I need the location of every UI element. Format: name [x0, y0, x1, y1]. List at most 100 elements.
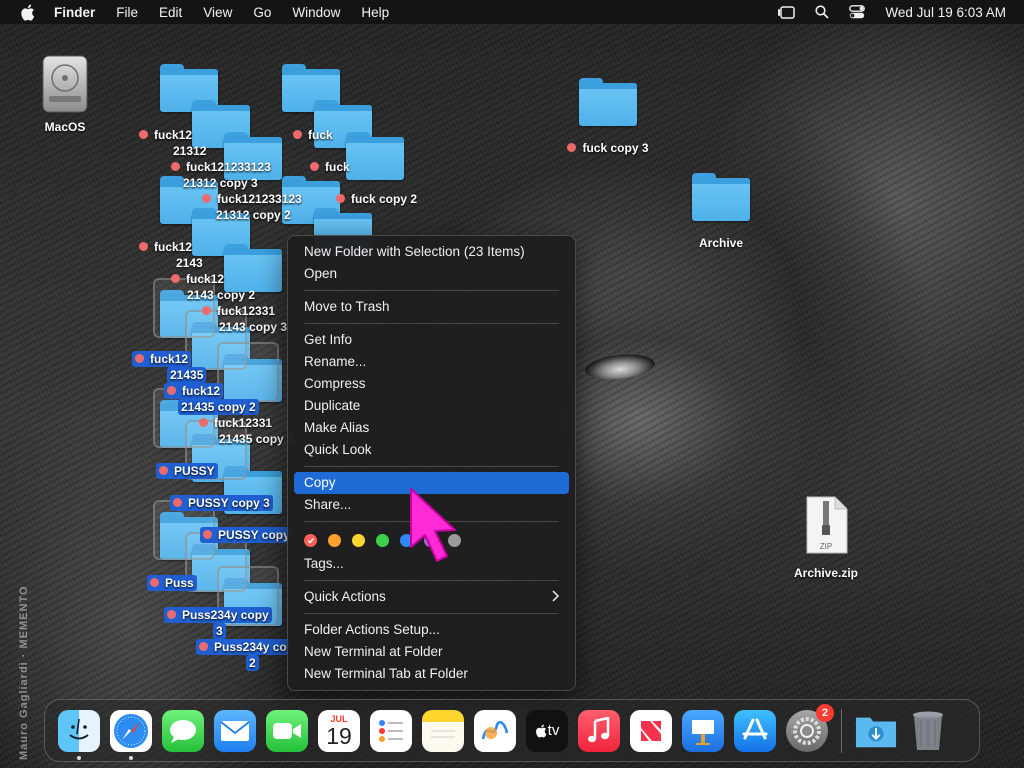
desktop-disk-macos[interactable]: MacOS	[30, 52, 100, 135]
dock-safari[interactable]	[110, 709, 152, 760]
desktop-folder-label[interactable]: 21435	[167, 367, 207, 383]
desktop-folder-label[interactable]: 21312 copy 2	[213, 207, 294, 223]
desktop-folder-label[interactable]: 21312 copy 3	[180, 175, 261, 191]
desktop-folder-fuck-copy-3[interactable]: fuck copy 3	[563, 78, 653, 156]
desktop-folder-label[interactable]: Puss234y copy	[164, 607, 272, 623]
desktop-folder-label[interactable]: PUSSY	[156, 463, 218, 479]
spotlight-search-icon[interactable]	[815, 5, 830, 19]
menu-help[interactable]: Help	[361, 5, 389, 20]
desktop-folder-label[interactable]: 21435 copy 2	[178, 399, 259, 415]
folder-label-value: 21312 copy 3	[183, 176, 258, 190]
folder-icon[interactable]	[224, 244, 282, 292]
running-indicator	[77, 755, 81, 760]
dock-facetime[interactable]	[266, 709, 308, 752]
dock-freeform[interactable]	[474, 709, 516, 752]
menu-item-quick-actions[interactable]: Quick Actions	[294, 586, 569, 608]
desktop-folder-label[interactable]: fuck12	[132, 351, 192, 367]
menu-item-make-alias[interactable]: Make Alias	[294, 417, 569, 439]
desktop-folder-label[interactable]: fuck12	[164, 383, 224, 399]
desktop-file-archive-zip[interactable]: ZIP Archive.zip	[786, 495, 866, 581]
menu-item-new-terminal-tab-at-folder[interactable]: New Terminal Tab at Folder	[294, 663, 569, 685]
menu-item-new-folder-with-selection[interactable]: New Folder with Selection (23 Items)	[294, 241, 569, 263]
dock-tv[interactable]: tv	[526, 709, 568, 752]
dock-messages[interactable]	[162, 709, 204, 752]
red-tag-dot-icon	[167, 610, 176, 619]
menu-item-quick-look[interactable]: Quick Look	[294, 439, 569, 461]
menu-item-new-terminal-at-folder[interactable]: New Terminal at Folder	[294, 641, 569, 663]
folder-label-value: 3	[216, 624, 223, 638]
tag-green-icon[interactable]	[376, 533, 389, 547]
desktop-folder-label[interactable]: fuck copy 2	[333, 191, 420, 207]
context-menu: New Folder with Selection (23 Items) Ope…	[287, 235, 576, 691]
dock-calendar[interactable]: JUL 19	[318, 709, 360, 752]
apple-logo-icon	[535, 724, 547, 737]
desktop-folder-label[interactable]: fuck121233123	[168, 159, 274, 175]
desktop-folder-label[interactable]: 2143 copy 2	[184, 287, 258, 303]
folder-icon[interactable]	[346, 132, 404, 180]
desktop-folder-label[interactable]: 2	[246, 655, 259, 671]
menu-item-rename[interactable]: Rename...	[294, 351, 569, 373]
tag-red-icon[interactable]	[304, 533, 317, 547]
desktop-folder-label[interactable]: Puss	[147, 575, 197, 591]
desktop-folder-label[interactable]: 3	[213, 623, 226, 639]
dock-finder[interactable]	[58, 709, 100, 760]
menu-item-duplicate[interactable]: Duplicate	[294, 395, 569, 417]
folder-label-text: fuck12	[168, 271, 227, 287]
desktop-folder-label[interactable]: Puss234y co	[196, 639, 290, 655]
red-tag-dot-icon	[159, 466, 168, 475]
desktop-folder-label[interactable]: fuck	[290, 127, 336, 143]
freeform-icon	[481, 720, 509, 739]
dock-news[interactable]	[630, 709, 672, 752]
desktop-folder-label[interactable]: fuck	[307, 159, 353, 175]
calendar-day: 19	[326, 722, 352, 749]
menu-item-move-to-trash[interactable]: Move to Trash	[294, 296, 569, 318]
menu-item-folder-actions-setup[interactable]: Folder Actions Setup...	[294, 619, 569, 641]
menu-bar-clock[interactable]: Wed Jul 19 6:03 AM	[885, 5, 1006, 20]
dock-system-settings[interactable]: 2	[786, 703, 834, 752]
menu-edit[interactable]: Edit	[159, 5, 182, 20]
desktop-folder-label[interactable]: 2143 copy 3	[216, 319, 290, 335]
desktop-folder-label[interactable]: 21435 copy 3	[216, 431, 297, 447]
desktop-folder-label[interactable]: fuck12	[168, 271, 227, 287]
menu-item-open[interactable]: Open	[294, 263, 569, 285]
dock-keynote[interactable]	[682, 709, 724, 752]
control-center-icon[interactable]	[849, 5, 866, 19]
tag-yellow-icon[interactable]	[352, 533, 365, 547]
tag-orange-icon[interactable]	[328, 533, 341, 547]
desktop-folder-label[interactable]: fuck12331	[196, 415, 275, 431]
menu-item-compress[interactable]: Compress	[294, 373, 569, 395]
menu-window[interactable]: Window	[292, 5, 340, 20]
desktop-folder-label[interactable]: fuck12	[136, 239, 195, 255]
desktop-folder-label[interactable]: fuck12331	[199, 303, 278, 319]
desktop-folder-label[interactable]: 21312	[170, 143, 209, 159]
desktop-folder-label[interactable]: fuck121233123	[199, 191, 305, 207]
menu-bar: Finder File Edit View Go Window Help Wed…	[0, 0, 1024, 24]
folder-label-text: fuck12	[132, 351, 192, 367]
calendar-month: JUL	[330, 713, 348, 724]
folder-icon	[692, 173, 750, 221]
red-tag-dot-icon	[171, 162, 180, 171]
tv-label: tv	[547, 722, 560, 739]
dock-downloads-folder[interactable]	[855, 710, 897, 752]
menu-go[interactable]: Go	[253, 5, 271, 20]
red-tag-dot-icon	[173, 498, 182, 507]
menu-app-name[interactable]: Finder	[54, 5, 95, 20]
dock-app-store[interactable]	[734, 709, 776, 752]
dock-notes[interactable]	[422, 709, 464, 752]
menu-item-get-info[interactable]: Get Info	[294, 329, 569, 351]
stage-manager-icon[interactable]	[777, 5, 796, 19]
menu-view[interactable]: View	[203, 5, 232, 20]
desktop-folder-label[interactable]: PUSSY copy 3	[170, 495, 273, 511]
red-tag-dot-icon	[199, 418, 208, 427]
desktop-folder-label[interactable]: fuck12	[136, 127, 195, 143]
menu-file[interactable]: File	[116, 5, 138, 20]
dock-mail[interactable]	[214, 709, 256, 752]
apple-menu-icon[interactable]	[20, 4, 36, 21]
desktop-folder-label[interactable]: PUSSY copy	[200, 527, 293, 543]
desktop-folder-label[interactable]: 2143	[173, 255, 206, 271]
dock-reminders[interactable]	[370, 709, 412, 752]
folder-label-value: fuck copy 2	[351, 192, 418, 206]
dock-music[interactable]	[578, 709, 620, 752]
dock-trash[interactable]	[907, 710, 949, 752]
desktop-folder-archive[interactable]: Archive	[688, 173, 754, 251]
